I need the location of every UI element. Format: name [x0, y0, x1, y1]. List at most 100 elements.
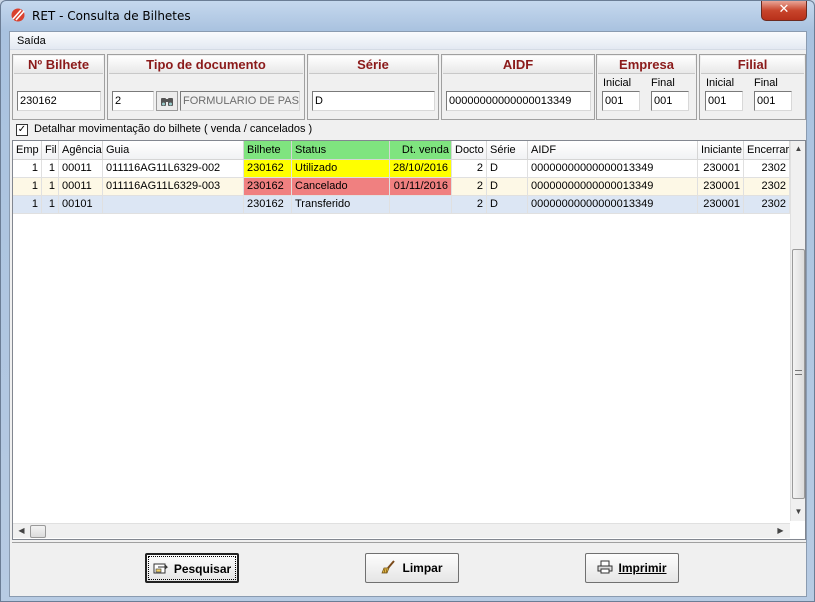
column-header-agencia[interactable]: Agência: [59, 141, 103, 160]
cell-serie: D: [487, 160, 528, 178]
cell-serie: D: [487, 196, 528, 214]
serie-header: Série: [309, 56, 437, 74]
imprimir-label: Imprimir: [618, 561, 667, 575]
column-header-dt-venda[interactable]: Dt. venda: [390, 141, 452, 160]
empresa-header: Empresa: [598, 56, 695, 74]
detalhar-label: Detalhar movimentação do bilhete ( venda…: [34, 123, 313, 135]
menu-bar: Saída: [10, 32, 806, 50]
filial-final-label: Final: [754, 77, 778, 89]
grip-icon: [795, 370, 802, 375]
app-window: RET - Consulta de Bilhetes ✕ Saída Nº Bi…: [0, 0, 815, 602]
window-title: RET - Consulta de Bilhetes: [32, 9, 191, 23]
column-header-fil[interactable]: Fil: [42, 141, 59, 160]
vertical-scroll-thumb[interactable]: [792, 249, 805, 499]
menu-item-saida[interactable]: Saída: [17, 35, 46, 47]
cell-guia: 011116AG11L6329-003: [103, 178, 244, 196]
cell-aidf: 00000000000000013349: [528, 196, 698, 214]
cell-dt-venda: 01/11/2016: [390, 178, 452, 196]
cell-encerrar: 2302: [744, 160, 790, 178]
column-header-guia[interactable]: Guia: [103, 141, 244, 160]
filial-final-field[interactable]: 001: [754, 91, 792, 111]
cell-dt-venda: [390, 196, 452, 214]
cell-iniciante: 230001: [698, 196, 744, 214]
column-header-docto[interactable]: Docto: [452, 141, 487, 160]
search-hand-icon: [153, 563, 169, 574]
app-logo-icon: [11, 8, 25, 22]
cell-docto: 2: [452, 160, 487, 178]
cell-status: Utilizado: [292, 160, 390, 178]
cell-fil: 1: [42, 178, 59, 196]
client-area: Saída Nº Bilhete 230162 Tipo de document…: [9, 31, 807, 597]
cell-bilhete: 230162: [244, 196, 292, 214]
column-header-status[interactable]: Status: [292, 141, 390, 160]
detalhar-checkbox[interactable]: ✓: [16, 124, 28, 136]
column-header-bilhete[interactable]: Bilhete: [244, 141, 292, 160]
scroll-up-arrow-icon[interactable]: ▲: [791, 144, 806, 153]
imprimir-button[interactable]: Imprimir: [585, 553, 679, 583]
scroll-down-arrow-icon[interactable]: ▼: [791, 507, 806, 516]
filial-group: Filial Inicial Final 001 001: [699, 54, 806, 120]
cell-aidf: 00000000000000013349: [528, 160, 698, 178]
column-header-aidf[interactable]: AIDF: [528, 141, 698, 160]
binoculars-icon: [161, 98, 173, 106]
cell-agencia: 00101: [59, 196, 103, 214]
cell-guia: 011116AG11L6329-002: [103, 160, 244, 178]
cell-encerrar: 2302: [744, 178, 790, 196]
filial-header: Filial: [701, 56, 804, 74]
empresa-inicial-field[interactable]: 001: [602, 91, 640, 111]
title-bar: RET - Consulta de Bilhetes ✕: [1, 1, 814, 29]
column-header-emp[interactable]: Emp: [13, 141, 42, 160]
scroll-left-arrow-icon[interactable]: ◀: [14, 526, 29, 535]
column-header-iniciante[interactable]: Iniciante: [698, 141, 744, 160]
bilhete-header: Nº Bilhete: [14, 56, 103, 74]
scroll-right-arrow-icon[interactable]: ▶: [773, 526, 788, 535]
column-header-encerrar[interactable]: Encerrar: [744, 141, 790, 160]
cell-dt-venda: 28/10/2016: [390, 160, 452, 178]
empresa-group: Empresa Inicial Final 001 001: [596, 54, 697, 120]
cell-encerrar: 2302: [744, 196, 790, 214]
tipo-documento-description: FORMULARIO DE PAS: [180, 91, 300, 111]
cell-serie: D: [487, 178, 528, 196]
cell-docto: 2: [452, 196, 487, 214]
serie-group: Série D: [307, 54, 439, 120]
cell-agencia: 00011: [59, 160, 103, 178]
aidf-header: AIDF: [443, 56, 593, 74]
cell-status: Transferido: [292, 196, 390, 214]
cell-emp: 1: [13, 160, 42, 178]
filial-inicial-label: Inicial: [706, 77, 735, 89]
column-header-serie[interactable]: Série: [487, 141, 528, 160]
limpar-button[interactable]: Limpar: [365, 553, 459, 583]
cell-guia: [103, 196, 244, 214]
pesquisar-button[interactable]: Pesquisar: [145, 553, 239, 583]
horizontal-scroll-thumb[interactable]: [30, 525, 46, 538]
cell-emp: 1: [13, 196, 42, 214]
close-button[interactable]: ✕: [761, 1, 807, 21]
cell-status: Cancelado: [292, 178, 390, 196]
bilhete-group: Nº Bilhete 230162: [12, 54, 105, 120]
bilhete-field[interactable]: 230162: [17, 91, 101, 111]
cell-agencia: 00011: [59, 178, 103, 196]
cell-bilhete: 230162: [244, 178, 292, 196]
filial-inicial-field[interactable]: 001: [705, 91, 743, 111]
tipo-documento-group: Tipo de documento 2 FORMULARIO DE PAS: [107, 54, 305, 120]
serie-field[interactable]: D: [312, 91, 435, 111]
cell-docto: 2: [452, 178, 487, 196]
tipo-documento-header: Tipo de documento: [109, 56, 303, 74]
cell-aidf: 00000000000000013349: [528, 178, 698, 196]
pesquisar-label: Pesquisar: [173, 562, 232, 576]
aidf-field[interactable]: 00000000000000013349: [446, 91, 591, 111]
cell-fil: 1: [42, 196, 59, 214]
empresa-inicial-label: Inicial: [603, 77, 632, 89]
printer-icon: [597, 560, 613, 574]
tipo-documento-lookup-button[interactable]: [156, 91, 178, 111]
movimentacao-grid: Emp Fil Agência Guia Bilhete Status Dt. …: [12, 140, 806, 540]
aidf-group: AIDF 00000000000000013349: [441, 54, 595, 120]
tipo-documento-code-field[interactable]: 2: [112, 91, 154, 111]
button-panel: Pesquisar Limpar Imprimir: [12, 542, 806, 596]
cell-emp: 1: [13, 178, 42, 196]
vertical-scrollbar[interactable]: ▲ ▼: [790, 141, 805, 521]
empresa-final-field[interactable]: 001: [651, 91, 689, 111]
horizontal-scrollbar[interactable]: ◀ ▶: [13, 523, 790, 538]
cell-iniciante: 230001: [698, 178, 744, 196]
cell-fil: 1: [42, 160, 59, 178]
